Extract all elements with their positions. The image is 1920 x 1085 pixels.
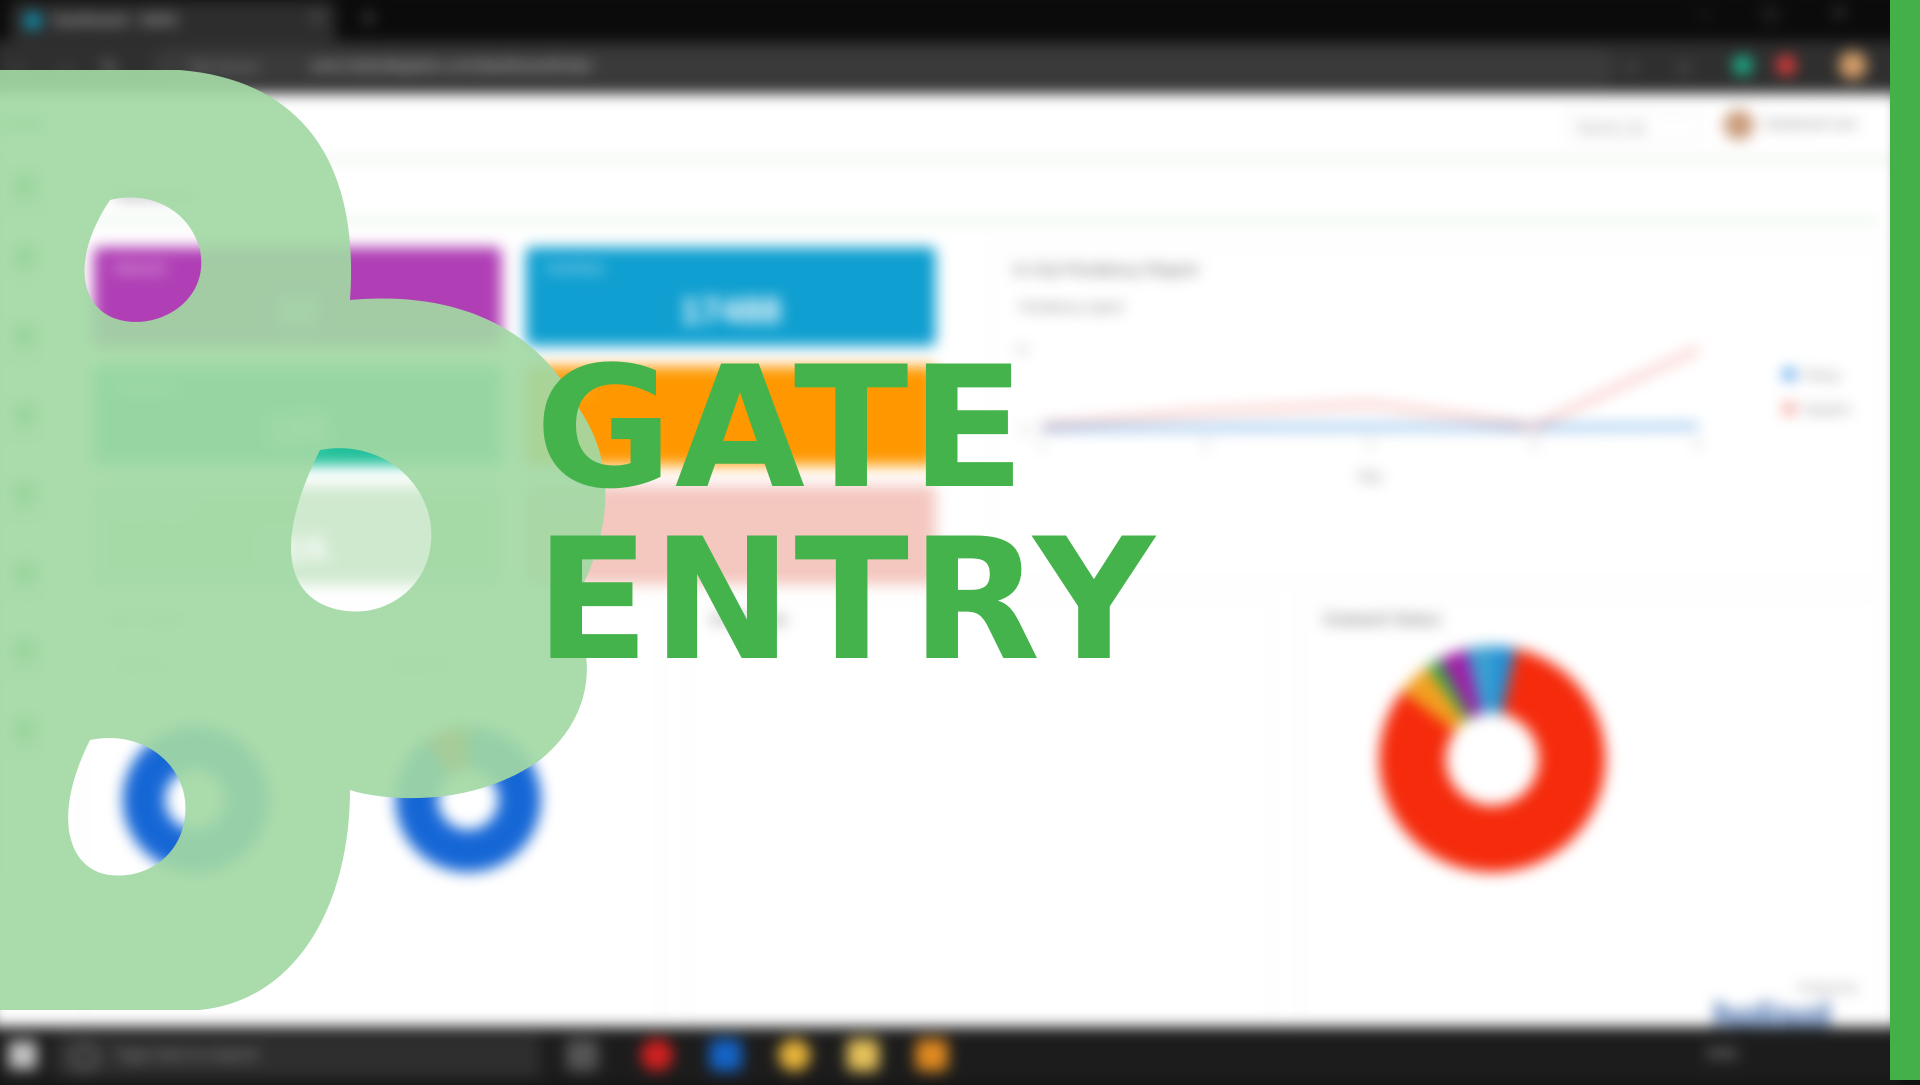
tile-label: Order Value (113, 497, 189, 514)
sidebar-item-label: Outbound (2, 510, 47, 522)
x-tick-label: 3 (1367, 439, 1373, 451)
sidebar-item-reports[interactable]: Reports (0, 639, 53, 701)
tile-value: 32 (277, 289, 318, 331)
sidebar-item-support[interactable]: Support (0, 718, 53, 780)
sidebar-item-label: Reports (7, 668, 43, 680)
windows-start-icon[interactable] (8, 1040, 37, 1070)
x-axis-label: Day (1358, 468, 1382, 483)
browser-tab[interactable]: Dashboard - WMS × (10, 0, 336, 42)
tile-label: Inbound (113, 259, 165, 276)
green-side-strip (1890, 0, 1920, 1080)
edge-icon[interactable] (709, 1038, 742, 1072)
browser-titlebar: Dashboard - WMS × + –▢✕ (0, 0, 1920, 42)
security-label: Not secure (190, 58, 259, 75)
legend-label: Pickup (1803, 368, 1840, 382)
panel-title: Outward Status (1322, 609, 1441, 629)
search-placeholder: Type here to search (115, 1047, 259, 1065)
support-icon (13, 718, 36, 741)
inbound-donut-chart (122, 726, 269, 873)
app-icon[interactable] (915, 1038, 948, 1072)
extension-icon[interactable] (1732, 55, 1753, 76)
sidebar-item-label: Inbound (6, 431, 43, 444)
sidebar-item-label: Masters (6, 353, 43, 365)
back-icon[interactable]: ← (9, 55, 29, 78)
browser-toolbar: ← → ↻ Not secure wms.holisollogistics.co… (0, 41, 1920, 94)
headline-line-2: ENTRY (535, 502, 1157, 698)
inbox-icon (13, 246, 36, 269)
outbound-icon (13, 482, 36, 505)
tab-title: Dashboard - WMS (53, 11, 178, 29)
new-tab-button[interactable]: + (362, 5, 375, 31)
sidebar-item-inventory[interactable]: Inventory (0, 561, 53, 622)
tile-outbound[interactable]: Outbound 185 (93, 366, 502, 466)
language-indicator[interactable]: ENG (1707, 1045, 1738, 1061)
sidebar-item-outbound[interactable]: Outbound (0, 482, 53, 543)
tile-value: 185 (267, 408, 328, 451)
reload-icon[interactable]: ↻ (102, 55, 119, 80)
tile-label: Outbound (113, 378, 176, 395)
url-text: wms.holisollogistics.com/dashboard/index (311, 57, 593, 75)
search-icon[interactable]: ⌕ (1627, 55, 1638, 78)
breadcrumb: Dashboard (81, 174, 1880, 223)
extension-icon[interactable] (1776, 55, 1797, 76)
outbound-donut-chart (395, 726, 541, 873)
tile-value: 17488 (680, 289, 782, 331)
outward-donut-chart (1379, 646, 1606, 873)
app-header: WMS Branch_Na Dashboard user (0, 93, 1900, 162)
close-tab-icon[interactable]: × (312, 10, 321, 28)
branch-select[interactable]: Branch_Na (1568, 111, 1700, 143)
headline-line-1: GATE (535, 330, 1028, 526)
legend-marker (1783, 368, 1796, 381)
panel-title: TAT Chart (106, 609, 183, 629)
window-controls[interactable]: –▢✕ (1699, 3, 1899, 24)
tile-label: Inventory (545, 259, 605, 276)
chrome-icon[interactable] (778, 1038, 811, 1072)
sidebar-item-label: Support (7, 747, 43, 759)
user-avatar[interactable] (1723, 109, 1754, 141)
breadcrumb-item[interactable]: Dashboard (116, 186, 195, 204)
tile-value: N/A (266, 527, 329, 570)
x-tick-label: 2 (1203, 439, 1209, 451)
x-tick-label: 4 (1531, 439, 1537, 451)
tile-inbound[interactable]: Inbound 32 (93, 247, 502, 347)
reports-icon (13, 639, 36, 663)
profile-avatar-icon[interactable] (1838, 51, 1867, 80)
sidebar-item-label: Dashboard (0, 203, 50, 215)
file-explorer-icon[interactable] (846, 1038, 880, 1072)
sidebar-item-masters[interactable]: Masters (0, 324, 53, 386)
sidebar-item-label: Inbox (12, 274, 38, 286)
powered-by-label: Powered by (1798, 982, 1857, 995)
taskbar-search[interactable]: Type here to search (55, 1034, 540, 1078)
app-icon[interactable] (640, 1038, 674, 1072)
star-icon[interactable]: ☆ (1675, 55, 1693, 80)
donut-slice (122, 726, 269, 873)
inventory-icon (13, 561, 36, 584)
system-clock[interactable] (1835, 1035, 1838, 1075)
legend-marker (1783, 402, 1796, 415)
inbound-icon (13, 403, 36, 426)
donut-label: Inbound (114, 656, 166, 673)
sidebar: Dashboard Inbox Masters Inbound Outbound… (0, 161, 60, 869)
donut-label: Outbound (387, 656, 450, 673)
favicon-icon (24, 12, 41, 29)
legend-label: Dispatch (1803, 403, 1850, 417)
sidebar-item-dashboard[interactable]: Dashboard (0, 175, 53, 236)
x-tick-label: 5 (1695, 439, 1701, 451)
sidebar-item-inbox[interactable]: Inbox (0, 246, 53, 307)
taskbar: Type here to search ENG (0, 1026, 1900, 1085)
task-view-icon[interactable] (566, 1038, 599, 1072)
outward-status-panel: Outward Status (1299, 596, 1882, 1023)
overlay-headline: GATE ENTRY (535, 342, 1157, 686)
user-name[interactable]: Dashboard user (1764, 116, 1857, 131)
settings-icon (13, 324, 36, 348)
forward-icon[interactable]: → (55, 55, 75, 78)
cortana-icon (71, 1043, 98, 1071)
address-bar[interactable]: Not secure wms.holisollogistics.com/dash… (152, 49, 1617, 86)
sidebar-item-inbound[interactable]: Inbound (0, 403, 53, 465)
app-brand: WMS (0, 113, 45, 134)
tile-order-value[interactable]: Order Value N/A (93, 485, 502, 585)
sidebar-item-label: Inventory (3, 589, 46, 601)
dashboard-icon (13, 175, 36, 198)
